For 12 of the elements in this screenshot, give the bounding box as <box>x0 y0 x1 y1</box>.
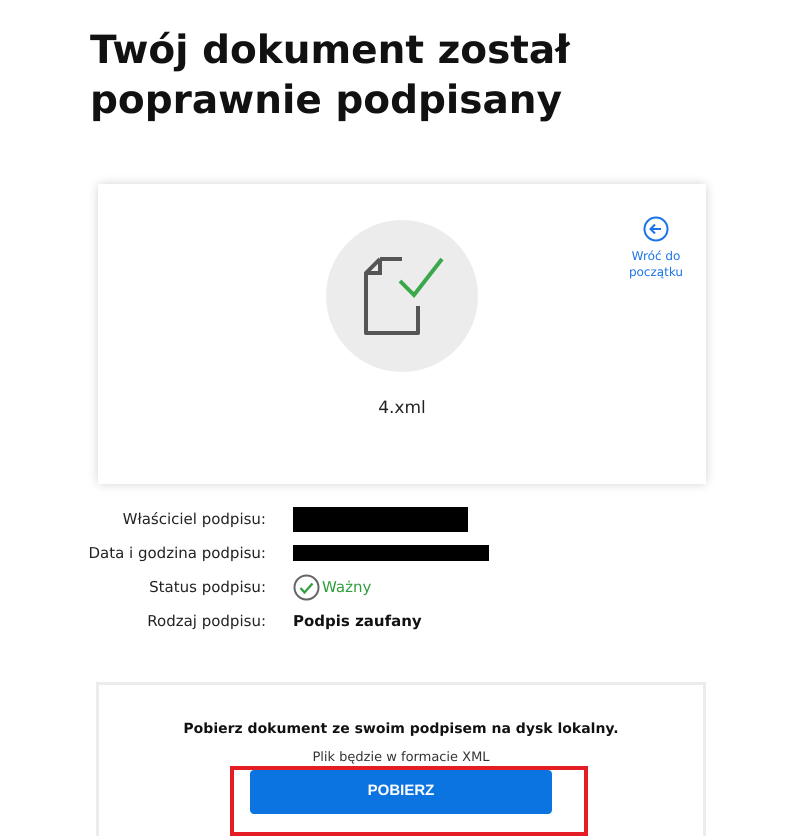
file-name: 4.xml <box>378 397 426 420</box>
download-button[interactable]: POBIERZ <box>250 770 552 814</box>
detail-label: Rodzaj podpisu: <box>146 610 267 632</box>
download-heading: Pobierz dokument ze swoim podpisem na dysk lokalny. <box>183 720 619 739</box>
format-note: Plik będzie w formacie XML <box>312 749 490 767</box>
detail-value: Podpis zaufany <box>293 610 422 632</box>
detail-label: Status podpisu: <box>148 576 267 598</box>
back-link[interactable]: Wróć do początku <box>626 216 686 280</box>
status-value: Ważny <box>322 576 372 598</box>
detail-label: Data i godzina podpisu: <box>87 542 267 564</box>
page-title: Twój dokument został poprawnie podpisany <box>90 27 572 125</box>
detail-label: Właściciel podpisu: <box>122 508 267 530</box>
